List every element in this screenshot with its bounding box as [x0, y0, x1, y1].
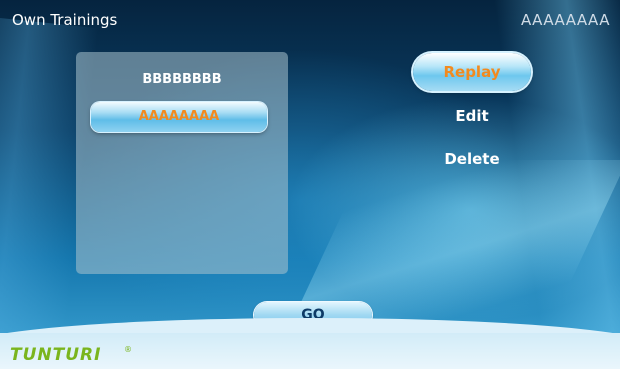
background-light-streak [292, 160, 620, 320]
list-item[interactable]: BBBBBBBB [76, 72, 288, 87]
tunturi-logo: TUNTURI [10, 345, 102, 365]
registered-mark: ® [124, 345, 132, 354]
training-list: BBBBBBBB AAAAAAAA [76, 52, 288, 274]
own-trainings-screen: Own Trainings AAAAAAAA BBBBBBBB AAAAAAAA… [0, 0, 620, 369]
list-item-selected[interactable]: AAAAAAAA [91, 102, 267, 132]
page-title: Own Trainings [12, 11, 118, 29]
edit-button[interactable]: Edit [413, 107, 531, 125]
user-name: AAAAAAAA [520, 11, 610, 29]
delete-button[interactable]: Delete [413, 150, 531, 168]
replay-button[interactable]: Replay [413, 53, 531, 91]
